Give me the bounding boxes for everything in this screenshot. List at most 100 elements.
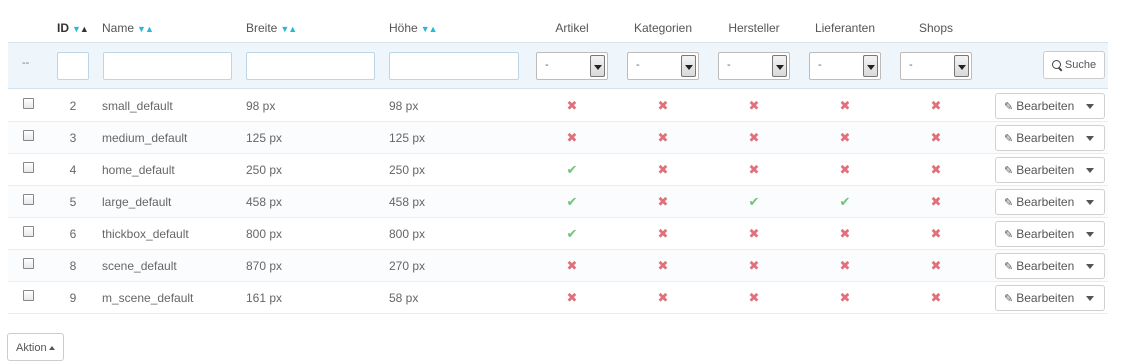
sort-icons[interactable]: ▼▲ bbox=[280, 21, 297, 37]
cell-id: 4 bbox=[69, 163, 77, 177]
checkbox-icon bbox=[23, 226, 34, 237]
cell-artikel[interactable]: ✔ bbox=[536, 163, 608, 177]
sort-icons[interactable]: ▼▲ bbox=[72, 21, 89, 37]
row-action-dropdown[interactable] bbox=[1076, 158, 1104, 182]
sort-icons[interactable]: ▼▲ bbox=[137, 21, 154, 37]
cell-lieferanten[interactable]: ✖ bbox=[809, 291, 881, 305]
cell-hersteller[interactable]: ✖ bbox=[718, 99, 790, 113]
edit-button[interactable]: ✎ Bearbeiten bbox=[996, 286, 1076, 310]
cell-kategorien[interactable]: ✖ bbox=[627, 131, 699, 145]
pencil-icon: ✎ bbox=[1004, 164, 1014, 177]
row-checkbox[interactable] bbox=[23, 98, 37, 112]
cell-hersteller[interactable]: ✔ bbox=[718, 195, 790, 209]
cell-lieferanten[interactable]: ✖ bbox=[809, 259, 881, 273]
row-checkbox[interactable] bbox=[23, 290, 37, 304]
edit-button[interactable]: ✎ Bearbeiten bbox=[996, 126, 1076, 150]
cell-kategorien[interactable]: ✖ bbox=[627, 99, 699, 113]
filter-hoehe-input[interactable] bbox=[389, 52, 519, 80]
cell-id: 6 bbox=[69, 227, 77, 241]
search-icon bbox=[1051, 60, 1062, 70]
cell-kategorien[interactable]: ✖ bbox=[627, 259, 699, 273]
row-checkbox[interactable] bbox=[23, 226, 37, 240]
cross-icon: ✖ bbox=[748, 226, 760, 241]
filter-name-input[interactable] bbox=[103, 52, 232, 80]
cell-lieferanten[interactable]: ✖ bbox=[809, 163, 881, 177]
column-header-hoehe[interactable]: Höhe ▼▲ bbox=[389, 20, 519, 37]
filter-kategorien-select[interactable]: - bbox=[627, 52, 699, 80]
cell-artikel[interactable]: ✔ bbox=[536, 227, 608, 241]
cell-kategorien[interactable]: ✖ bbox=[627, 227, 699, 241]
cell-shops[interactable]: ✖ bbox=[900, 227, 972, 241]
cell-id: 2 bbox=[69, 99, 77, 113]
row-action-dropdown[interactable] bbox=[1076, 286, 1104, 310]
filter-lieferanten-select[interactable]: - bbox=[809, 52, 881, 80]
cell-artikel[interactable]: ✖ bbox=[536, 291, 608, 305]
search-button[interactable]: Suche bbox=[1043, 51, 1105, 79]
row-checkbox[interactable] bbox=[23, 194, 37, 208]
cell-id: 3 bbox=[69, 131, 77, 145]
cross-icon: ✖ bbox=[748, 162, 760, 177]
filter-shops-select[interactable]: - bbox=[900, 52, 972, 80]
cell-lieferanten[interactable]: ✖ bbox=[809, 227, 881, 241]
edit-button[interactable]: ✎ Bearbeiten bbox=[996, 94, 1076, 118]
cell-shops[interactable]: ✖ bbox=[900, 131, 972, 145]
row-action-dropdown[interactable] bbox=[1076, 94, 1104, 118]
column-header-lieferanten: Lieferanten bbox=[814, 21, 876, 35]
row-action-dropdown[interactable] bbox=[1076, 222, 1104, 246]
filter-breite-input[interactable] bbox=[246, 52, 375, 80]
edit-button[interactable]: ✎ Bearbeiten bbox=[996, 158, 1076, 182]
row-action-dropdown[interactable] bbox=[1076, 254, 1104, 278]
cell-lieferanten[interactable]: ✔ bbox=[809, 195, 881, 209]
filter-artikel-select[interactable]: - bbox=[536, 52, 608, 80]
column-header-name[interactable]: Name ▼▲ bbox=[102, 20, 232, 37]
cell-shops[interactable]: ✖ bbox=[900, 259, 972, 273]
cell-hersteller[interactable]: ✖ bbox=[718, 227, 790, 241]
cell-artikel[interactable]: ✖ bbox=[536, 99, 608, 113]
row-checkbox[interactable] bbox=[23, 130, 37, 144]
cell-shops[interactable]: ✖ bbox=[900, 163, 972, 177]
cell-name: large_default bbox=[102, 195, 172, 209]
cell-name: scene_default bbox=[102, 259, 177, 273]
cell-hersteller[interactable]: ✖ bbox=[718, 163, 790, 177]
column-header-id[interactable]: ID ▼▲ bbox=[57, 20, 89, 37]
row-checkbox[interactable] bbox=[23, 162, 37, 176]
cell-kategorien[interactable]: ✖ bbox=[627, 291, 699, 305]
pencil-icon: ✎ bbox=[1004, 100, 1014, 113]
cell-hersteller[interactable]: ✖ bbox=[718, 291, 790, 305]
cell-artikel[interactable]: ✖ bbox=[536, 131, 608, 145]
edit-button[interactable]: ✎ Bearbeiten bbox=[996, 254, 1076, 278]
row-action-dropdown[interactable] bbox=[1076, 126, 1104, 150]
cell-artikel[interactable]: ✔ bbox=[536, 195, 608, 209]
filter-id-input[interactable] bbox=[57, 52, 89, 80]
edit-button[interactable]: ✎ Bearbeiten bbox=[996, 190, 1076, 214]
cell-shops[interactable]: ✖ bbox=[900, 195, 972, 209]
column-header-breite[interactable]: Breite ▼▲ bbox=[246, 20, 376, 37]
cross-icon: ✖ bbox=[930, 226, 942, 241]
filter-hersteller-select[interactable]: - bbox=[718, 52, 790, 80]
sort-desc-icon: ▼ bbox=[72, 23, 81, 34]
pencil-icon: ✎ bbox=[1004, 196, 1014, 209]
sort-icons[interactable]: ▼▲ bbox=[421, 21, 438, 37]
cell-breite: 125 px bbox=[246, 131, 283, 145]
cell-lieferanten[interactable]: ✖ bbox=[809, 99, 881, 113]
cell-hersteller[interactable]: ✖ bbox=[718, 131, 790, 145]
cell-shops[interactable]: ✖ bbox=[900, 99, 972, 113]
cell-kategorien[interactable]: ✖ bbox=[627, 163, 699, 177]
cell-lieferanten[interactable]: ✖ bbox=[809, 131, 881, 145]
cross-icon: ✖ bbox=[657, 130, 669, 145]
edit-button[interactable]: ✎ Bearbeiten bbox=[996, 222, 1076, 246]
row-action-dropdown[interactable] bbox=[1076, 190, 1104, 214]
cell-hersteller[interactable]: ✖ bbox=[718, 259, 790, 273]
cross-icon: ✖ bbox=[839, 226, 851, 241]
cell-kategorien[interactable]: ✖ bbox=[627, 195, 699, 209]
cell-breite: 458 px bbox=[246, 195, 283, 209]
cell-hoehe: 125 px bbox=[389, 131, 426, 145]
cell-artikel[interactable]: ✖ bbox=[536, 259, 608, 273]
bulk-action-button[interactable]: Aktion bbox=[7, 333, 64, 361]
row-checkbox[interactable] bbox=[23, 258, 37, 272]
cell-shops[interactable]: ✖ bbox=[900, 291, 972, 305]
check-icon: ✔ bbox=[748, 194, 760, 209]
cross-icon: ✖ bbox=[839, 98, 851, 113]
cross-icon: ✖ bbox=[748, 98, 760, 113]
select-arrow-icon bbox=[772, 55, 787, 77]
